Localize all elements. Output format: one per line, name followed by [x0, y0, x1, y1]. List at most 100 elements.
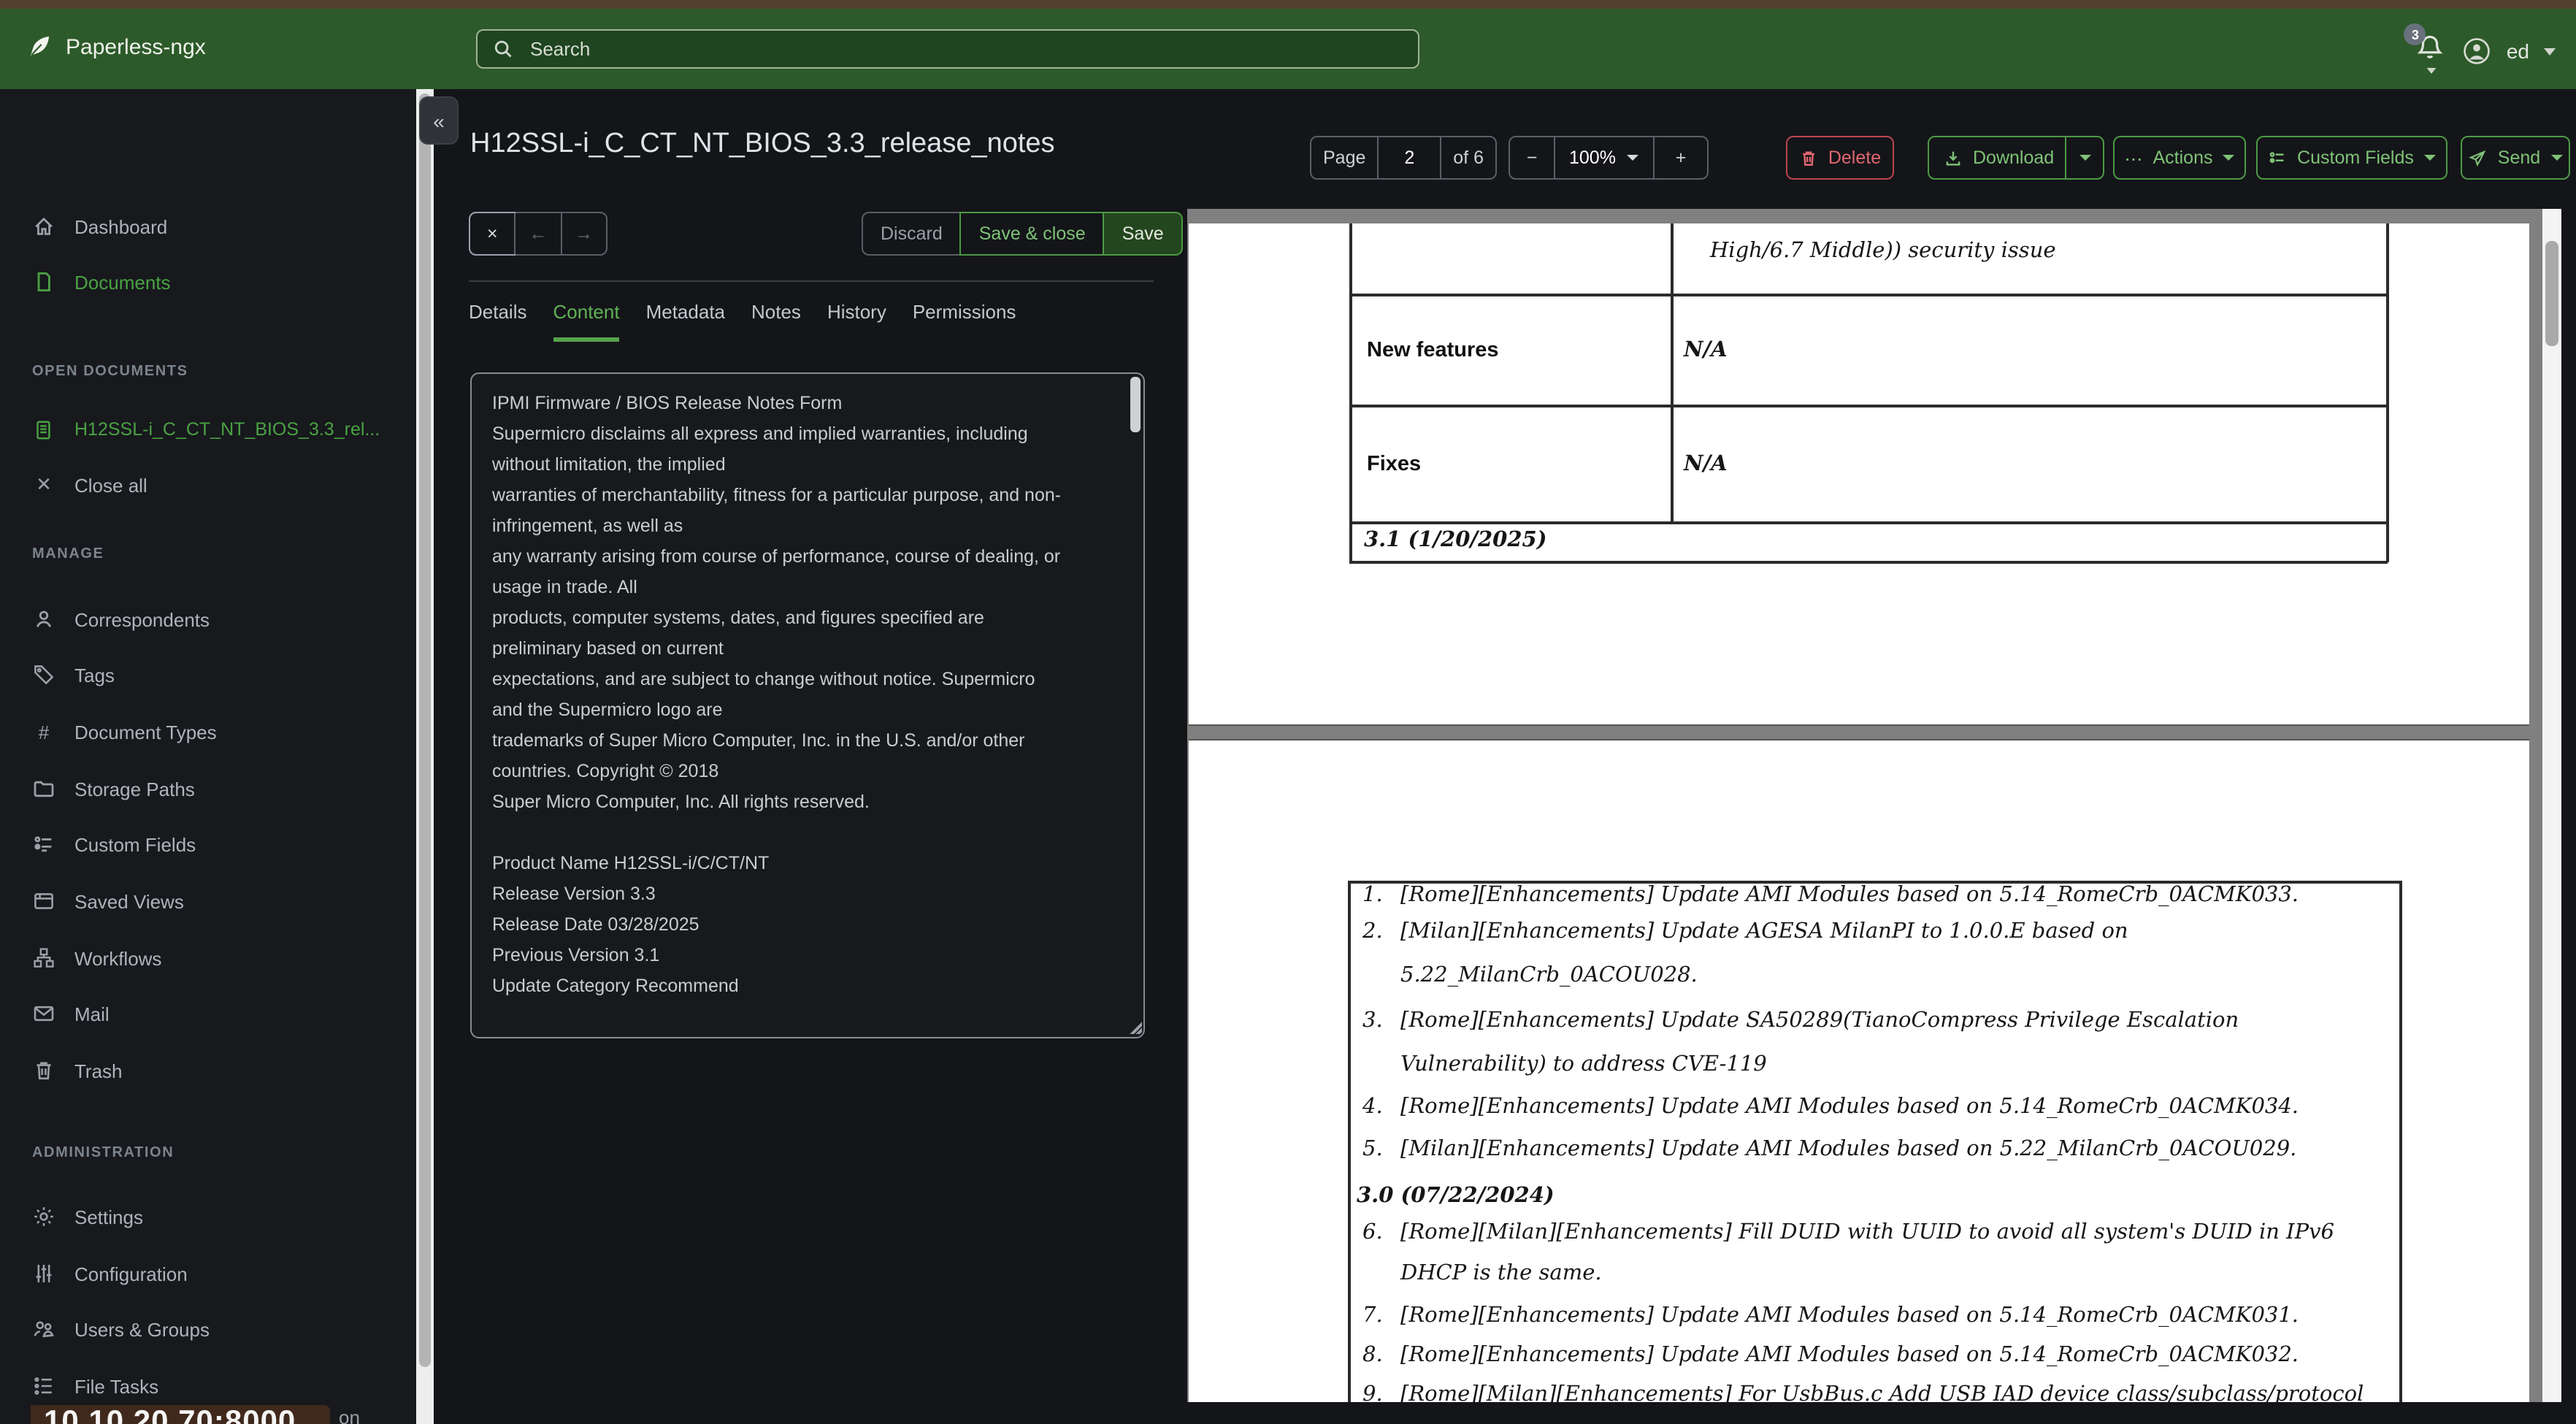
search-box[interactable]: [476, 29, 1419, 69]
table-border: [1348, 881, 1350, 1402]
sidebar-item-custom-fields[interactable]: Custom Fields: [0, 825, 416, 863]
pdf-scrollbar-thumb[interactable]: [2545, 241, 2558, 346]
page-title: H12SSL-i_C_CT_NT_BIOS_3.3_release_notes: [470, 129, 1055, 159]
trash-icon: [32, 1059, 55, 1082]
paperless-logo-icon: [26, 34, 53, 60]
tab-history[interactable]: History: [827, 301, 886, 342]
zoom-control: − 100% +: [1509, 136, 1709, 180]
sidebar-item-trash[interactable]: Trash: [0, 1052, 416, 1090]
page-label: Page: [1323, 148, 1366, 168]
sidebar-item-saved-views[interactable]: Saved Views: [0, 882, 416, 920]
clipped-documentation-link[interactable]: on: [339, 1406, 360, 1424]
next-document-button[interactable]: →: [560, 213, 606, 254]
brand-home-link[interactable]: Paperless-ngx: [26, 34, 206, 60]
sidebar-item-settings[interactable]: Settings: [0, 1198, 416, 1236]
zoom-in-button[interactable]: +: [1653, 137, 1707, 178]
custom-fields-icon: [32, 832, 55, 856]
download-icon: [1944, 148, 1963, 167]
person-icon: [32, 608, 55, 631]
tab-metadata[interactable]: Metadata: [646, 301, 725, 342]
sliders-icon: [32, 1262, 55, 1285]
sidebar-open-document[interactable]: H12SSL-i_C_CT_NT_BIOS_3.3_rel...: [0, 410, 416, 448]
pdf-row-value: N/A: [1684, 337, 1728, 362]
zoom-out-button[interactable]: −: [1510, 137, 1554, 178]
pdf-list-item: [Rome][Enhancements] Update AMI Modules …: [1400, 884, 2299, 907]
save-and-close-button[interactable]: Save & close: [959, 212, 1105, 256]
sidebar-item-tags[interactable]: Tags: [0, 656, 416, 694]
open-document-icon: [32, 418, 55, 440]
collapse-sidebar-button[interactable]: «: [419, 96, 459, 145]
open-documents-header: OPEN DOCUMENTS: [32, 364, 188, 380]
tab-permissions[interactable]: Permissions: [913, 301, 1016, 342]
send-icon: [2469, 148, 2488, 167]
table-border: [1349, 521, 2388, 524]
save-button[interactable]: Save: [1104, 212, 1183, 256]
search-input[interactable]: [527, 37, 1403, 61]
sidebar-item-label: Document Types: [74, 721, 217, 743]
notifications-button[interactable]: 3: [2404, 23, 2448, 74]
pdf-row-value: N/A: [1684, 451, 1728, 476]
sidebar-item-file-tasks[interactable]: File Tasks: [0, 1367, 416, 1405]
mail-icon: [32, 1002, 55, 1025]
username[interactable]: ed: [2507, 39, 2529, 63]
tab-content[interactable]: Content: [553, 301, 620, 342]
sidebar-item-mail[interactable]: Mail: [0, 995, 416, 1033]
sidebar-scrollbar-thumb[interactable]: [419, 93, 431, 1367]
sidebar-close-all[interactable]: ✕ Close all: [0, 466, 416, 504]
previous-document-button[interactable]: ←: [514, 213, 561, 254]
sidebar-item-document-types[interactable]: # Document Types: [0, 713, 416, 751]
sidebar-item-label: Custom Fields: [74, 833, 196, 855]
delete-button[interactable]: Delete: [1786, 136, 1894, 180]
custom-fields-button[interactable]: Custom Fields: [2256, 136, 2447, 180]
textarea-scrollbar-thumb[interactable]: [1130, 377, 1141, 432]
download-button[interactable]: Download: [1928, 136, 2104, 180]
zoom-level-select[interactable]: 100%: [1554, 137, 1653, 178]
saved-views-icon: [32, 889, 55, 913]
pdf-list-item: [Rome][Milan][Enhancements] For UsbBus.c…: [1400, 1383, 2364, 1402]
sidebar-item-label: File Tasks: [74, 1375, 159, 1397]
administration-header: ADMINISTRATION: [32, 1145, 175, 1161]
pdf-list-item: [Rome][Milan][Enhancements] Fill DUID wi…: [1400, 1221, 2334, 1244]
header-right-cluster: 3 ed: [2404, 23, 2556, 74]
workflows-icon: [32, 946, 55, 970]
ellipsis-icon: ⋯: [2124, 148, 2143, 169]
sidebar-item-workflows[interactable]: Workflows: [0, 939, 416, 977]
close-document-button[interactable]: ×: [469, 212, 516, 256]
sidebar-item-documents[interactable]: Documents: [0, 263, 416, 301]
tab-notes[interactable]: Notes: [751, 301, 801, 342]
pdf-version-row: 3.1 (1/20/2025): [1364, 527, 1547, 552]
custom-fields-label: Custom Fields: [2297, 148, 2414, 168]
pdf-page-1: High/6.7 Middle)) security issue New fea…: [1189, 223, 2529, 726]
sidebar-item-label: Dashboard: [74, 215, 168, 237]
content-textarea[interactable]: IPMI Firmware / BIOS Release Notes Form …: [470, 372, 1145, 1038]
download-dropdown-button[interactable]: [2064, 137, 2104, 178]
discard-button[interactable]: Discard: [862, 212, 960, 256]
page-navigation-control: Page 2 of 6: [1310, 136, 1497, 180]
page-number-input[interactable]: 2: [1377, 137, 1440, 178]
send-label: Send: [2497, 148, 2541, 168]
tag-icon: [32, 663, 55, 686]
sidebar-item-label: Workflows: [74, 947, 162, 969]
sidebar-item-configuration[interactable]: Configuration: [0, 1255, 416, 1293]
pdf-preview-pane[interactable]: High/6.7 Middle)) security issue New fea…: [1187, 209, 2542, 1402]
delete-label: Delete: [1828, 148, 1882, 168]
tab-details[interactable]: Details: [469, 301, 527, 342]
sidebar-item-correspondents[interactable]: Correspondents: [0, 600, 416, 638]
sidebar-item-label: Storage Paths: [74, 778, 195, 800]
send-button[interactable]: Send: [2461, 136, 2570, 180]
avatar[interactable]: [2463, 37, 2492, 66]
pdf-scrollbar[interactable]: [2542, 209, 2561, 1402]
sidebar-item-users-groups[interactable]: Users & Groups: [0, 1310, 416, 1348]
actions-caret-icon: [2223, 155, 2235, 161]
textarea-resize-handle[interactable]: [1124, 1017, 1142, 1034]
sidebar-item-storage-paths[interactable]: Storage Paths: [0, 770, 416, 808]
sidebar-item-label: Configuration: [74, 1263, 188, 1285]
user-menu-caret-icon[interactable]: [2544, 47, 2556, 55]
pdf-row-label: Fixes: [1367, 453, 1422, 476]
download-label: Download: [1973, 148, 2055, 168]
custom-fields-icon: [2268, 148, 2287, 167]
sidebar-scrollbar[interactable]: [416, 89, 434, 1424]
pdf-list-item: [Rome][Enhancements] Update AMI Modules …: [1400, 1304, 2299, 1328]
actions-button[interactable]: ⋯ Actions: [2113, 136, 2246, 180]
sidebar-item-dashboard[interactable]: Dashboard: [0, 207, 416, 245]
